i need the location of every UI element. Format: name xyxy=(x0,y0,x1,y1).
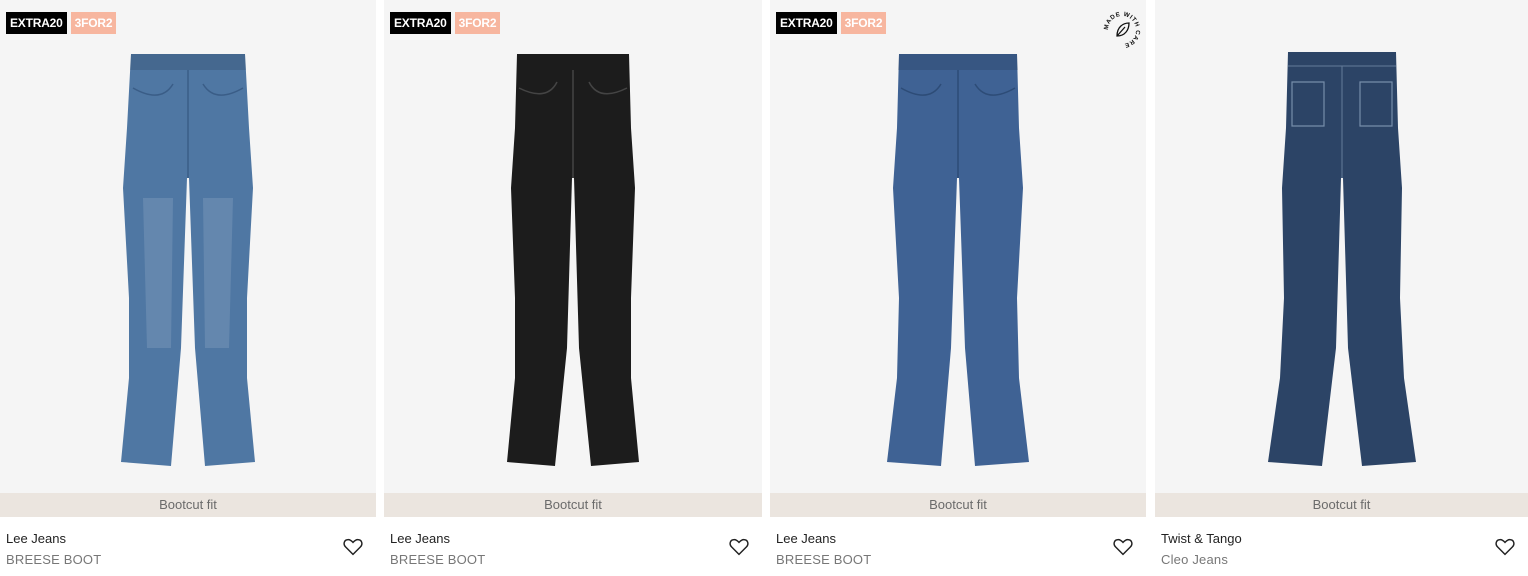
badge-group: EXTRA20 3FOR2 xyxy=(6,12,117,34)
made-with-care-seal-icon: MADE WITH CARE xyxy=(1103,11,1141,49)
product-name[interactable]: BREESE BOOT xyxy=(6,552,101,567)
product-image[interactable]: EXTRA20 3FOR2 xyxy=(384,0,762,493)
jeans-fade xyxy=(143,198,233,348)
product-image[interactable]: EXTRA20 3FOR2 MADE WITH CARE xyxy=(770,0,1146,493)
badge-group: EXTRA20 3FOR2 xyxy=(776,12,887,34)
jeans-image xyxy=(887,54,1029,466)
product-card[interactable]: EXTRA20 3FOR2 Bootcut fit Lee Jeans BREE… xyxy=(0,0,376,576)
heart-outline-icon[interactable] xyxy=(342,536,364,558)
jeans-image xyxy=(507,54,639,466)
fit-label: Bootcut fit xyxy=(384,493,762,517)
heart-outline-icon[interactable] xyxy=(1112,536,1134,558)
badge-group: EXTRA20 3FOR2 xyxy=(390,12,501,34)
product-card[interactable]: EXTRA20 3FOR2 Bootcut fit Lee Jeans BREE… xyxy=(384,0,762,576)
jeans-waistband xyxy=(130,54,246,70)
product-grid: EXTRA20 3FOR2 Bootcut fit Lee Jeans BREE… xyxy=(0,0,1528,576)
jeans-waistband xyxy=(898,54,1018,70)
promo-badge-extra20: EXTRA20 xyxy=(390,12,451,34)
brand-name[interactable]: Twist & Tango xyxy=(1161,531,1242,546)
jeans-image xyxy=(1267,52,1416,466)
promo-badge-3for2: 3FOR2 xyxy=(840,12,887,34)
fit-label: Bootcut fit xyxy=(0,493,376,517)
product-card[interactable]: Bootcut fit Twist & Tango Cleo Jeans xyxy=(1155,0,1528,576)
product-image[interactable] xyxy=(1155,0,1528,493)
promo-badge-3for2: 3FOR2 xyxy=(454,12,501,34)
heart-outline-icon[interactable] xyxy=(728,536,750,558)
fit-label: Bootcut fit xyxy=(1155,493,1528,517)
jeans-image xyxy=(121,54,255,466)
product-name[interactable]: Cleo Jeans xyxy=(1161,552,1228,567)
product-name[interactable]: BREESE BOOT xyxy=(776,552,871,567)
promo-badge-3for2: 3FOR2 xyxy=(70,12,117,34)
product-image[interactable]: EXTRA20 3FOR2 xyxy=(0,0,376,493)
product-card[interactable]: EXTRA20 3FOR2 MADE WITH CARE Bootcut fit… xyxy=(770,0,1146,576)
brand-name[interactable]: Lee Jeans xyxy=(776,531,836,546)
leaf-icon xyxy=(1116,22,1130,37)
brand-name[interactable]: Lee Jeans xyxy=(6,531,66,546)
fit-label: Bootcut fit xyxy=(770,493,1146,517)
promo-badge-extra20: EXTRA20 xyxy=(6,12,67,34)
product-name[interactable]: BREESE BOOT xyxy=(390,552,485,567)
promo-badge-extra20: EXTRA20 xyxy=(776,12,837,34)
heart-outline-icon[interactable] xyxy=(1494,536,1516,558)
brand-name[interactable]: Lee Jeans xyxy=(390,531,450,546)
